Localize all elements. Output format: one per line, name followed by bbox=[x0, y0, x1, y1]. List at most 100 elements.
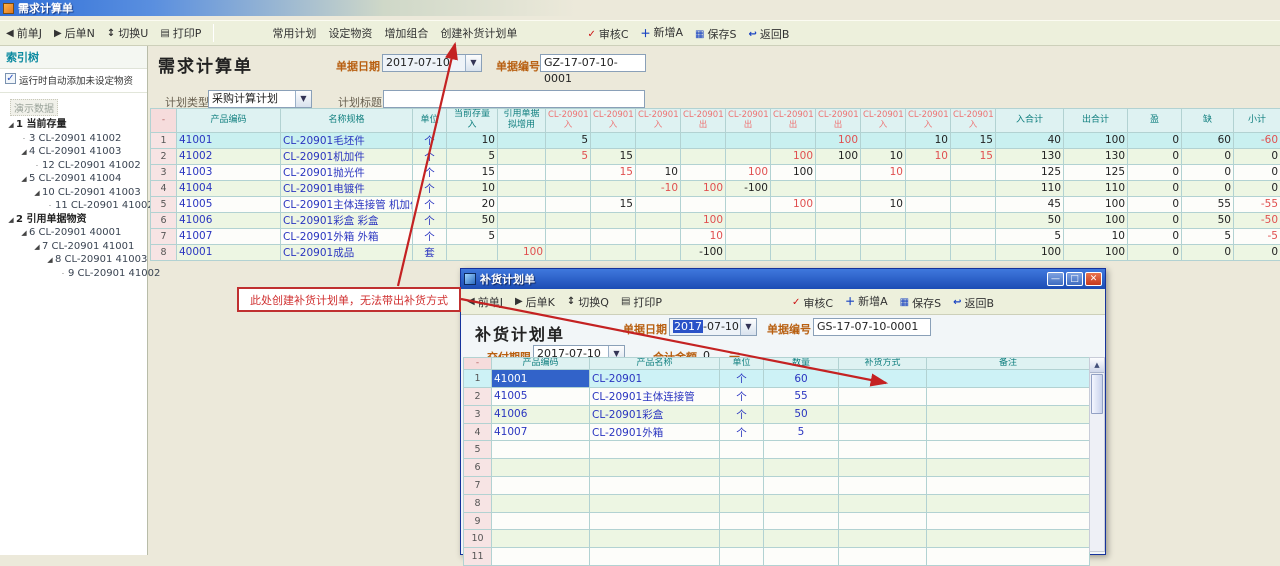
expand-icon[interactable]: ◢ bbox=[32, 187, 42, 201]
cell[interactable] bbox=[720, 548, 764, 566]
tree-node[interactable]: ◢6 CL-20901 40001 bbox=[0, 226, 147, 240]
cell[interactable]: CL-20901机加件 bbox=[281, 148, 413, 164]
cell[interactable] bbox=[726, 228, 771, 244]
cell[interactable] bbox=[839, 459, 927, 477]
child-date-input[interactable]: 2017-07-10 ▼ bbox=[669, 318, 757, 336]
calendar-dropdown-icon[interactable]: ▼ bbox=[740, 319, 756, 335]
child-titlebar[interactable]: 补货计划单 — □ ✕ bbox=[461, 269, 1105, 289]
cell[interactable] bbox=[951, 164, 996, 180]
cell[interactable] bbox=[839, 370, 927, 388]
expand-icon[interactable]: ◢ bbox=[19, 227, 29, 241]
cell[interactable] bbox=[861, 132, 906, 148]
cell[interactable] bbox=[681, 148, 726, 164]
cell[interactable]: 10 bbox=[1064, 228, 1128, 244]
cell[interactable]: 41003 bbox=[177, 164, 281, 180]
menu-item[interactable]: 增加组合 bbox=[379, 23, 433, 43]
scrollbar[interactable]: ▲ bbox=[1089, 357, 1105, 552]
cell[interactable] bbox=[927, 459, 1090, 477]
cell[interactable] bbox=[636, 132, 681, 148]
cell[interactable] bbox=[764, 477, 839, 495]
cell[interactable] bbox=[839, 423, 927, 441]
column-header[interactable]: CL-20901出 bbox=[816, 109, 861, 133]
table-row[interactable]: 341003CL-20901抛光件个1515101001001012512500… bbox=[151, 164, 1280, 180]
column-header[interactable]: 单位 bbox=[720, 358, 764, 370]
column-header[interactable]: 入合计 bbox=[996, 109, 1064, 133]
cell[interactable] bbox=[498, 196, 546, 212]
back-button[interactable]: ↩返回B bbox=[948, 293, 999, 313]
column-header[interactable]: CL-20901出 bbox=[771, 109, 816, 133]
cell[interactable] bbox=[927, 370, 1090, 388]
cell[interactable]: 41001 bbox=[177, 132, 281, 148]
cell[interactable]: 0 bbox=[1128, 228, 1182, 244]
tree-node[interactable]: ◢5 CL-20901 41004 bbox=[0, 172, 147, 186]
table-row[interactable]: 6 bbox=[464, 459, 1090, 477]
cell[interactable]: 个 bbox=[413, 180, 447, 196]
cell[interactable] bbox=[927, 494, 1090, 512]
cell[interactable]: CL-20901电镀件 bbox=[281, 180, 413, 196]
cell[interactable] bbox=[839, 548, 927, 566]
column-header[interactable]: CL-20901入 bbox=[951, 109, 996, 133]
cell[interactable]: 60 bbox=[764, 370, 839, 388]
cell[interactable]: 5 bbox=[764, 423, 839, 441]
cell[interactable]: 15 bbox=[951, 132, 996, 148]
cell[interactable]: 41004 bbox=[177, 180, 281, 196]
new-button[interactable]: ＋新增A bbox=[636, 22, 689, 42]
cell[interactable]: 55 bbox=[764, 388, 839, 406]
close-button[interactable]: ✕ bbox=[1085, 272, 1102, 286]
tree-node[interactable]: ◢8 CL-20901 41003 bbox=[0, 253, 147, 267]
cell[interactable]: 100 bbox=[1064, 212, 1128, 228]
cell[interactable]: 10 bbox=[906, 132, 951, 148]
table-row[interactable]: 8 bbox=[464, 494, 1090, 512]
column-header[interactable]: 缺 bbox=[1182, 109, 1234, 133]
cell[interactable]: 个 bbox=[413, 196, 447, 212]
expand-icon[interactable]: ◢ bbox=[32, 241, 42, 255]
back-button[interactable]: ↩返回B bbox=[743, 24, 794, 44]
cell[interactable] bbox=[546, 244, 591, 260]
cell[interactable] bbox=[681, 132, 726, 148]
cell[interactable] bbox=[498, 164, 546, 180]
column-header[interactable]: CL-20901入 bbox=[546, 109, 591, 133]
cell[interactable] bbox=[591, 132, 636, 148]
switch-button[interactable]: ↕切换Q bbox=[562, 292, 614, 312]
cell[interactable]: 0 bbox=[1128, 132, 1182, 148]
cell[interactable]: 15 bbox=[591, 164, 636, 180]
column-header[interactable]: - bbox=[464, 358, 492, 370]
cell[interactable]: -100 bbox=[681, 244, 726, 260]
cell[interactable] bbox=[927, 530, 1090, 548]
cell[interactable] bbox=[590, 548, 720, 566]
cell[interactable]: 5 bbox=[546, 148, 591, 164]
cell[interactable]: CL-20901彩盒 bbox=[590, 405, 720, 423]
cell[interactable] bbox=[951, 180, 996, 196]
cell[interactable] bbox=[492, 477, 590, 495]
cell[interactable] bbox=[681, 164, 726, 180]
cell[interactable]: 0 bbox=[1182, 164, 1234, 180]
cell[interactable] bbox=[720, 459, 764, 477]
cell[interactable] bbox=[764, 530, 839, 548]
cell[interactable]: 10 bbox=[681, 228, 726, 244]
cell[interactable] bbox=[927, 512, 1090, 530]
next-record-button[interactable]: ▶后单N bbox=[49, 23, 100, 43]
cell[interactable]: 0 bbox=[1128, 164, 1182, 180]
cell[interactable]: 个 bbox=[413, 164, 447, 180]
cell[interactable] bbox=[771, 132, 816, 148]
column-header[interactable]: - bbox=[151, 109, 177, 133]
cell[interactable] bbox=[636, 196, 681, 212]
tree-node[interactable]: ·3 CL-20901 41002 bbox=[0, 132, 147, 146]
cell[interactable]: 10 bbox=[447, 132, 498, 148]
cell[interactable]: CL-20901主体连接管 机加件 bbox=[281, 196, 413, 212]
audit-button[interactable]: ✓审核C bbox=[582, 24, 633, 44]
column-header[interactable]: 出合计 bbox=[1064, 109, 1128, 133]
cell[interactable]: -60 bbox=[1234, 132, 1280, 148]
cell[interactable]: 100 bbox=[771, 196, 816, 212]
cell[interactable] bbox=[546, 196, 591, 212]
cell[interactable] bbox=[726, 196, 771, 212]
cell[interactable]: 45 bbox=[996, 196, 1064, 212]
column-header[interactable]: 单位 bbox=[413, 109, 447, 133]
expand-icon[interactable]: ◢ bbox=[45, 254, 55, 268]
cell[interactable]: 130 bbox=[996, 148, 1064, 164]
cell[interactable]: 5 bbox=[1182, 228, 1234, 244]
cell[interactable]: 个 bbox=[413, 148, 447, 164]
table-row[interactable]: 541005CL-20901主体连接管 机加件个2015100104510005… bbox=[151, 196, 1280, 212]
cell[interactable] bbox=[951, 196, 996, 212]
column-header[interactable]: 产品编码 bbox=[492, 358, 590, 370]
